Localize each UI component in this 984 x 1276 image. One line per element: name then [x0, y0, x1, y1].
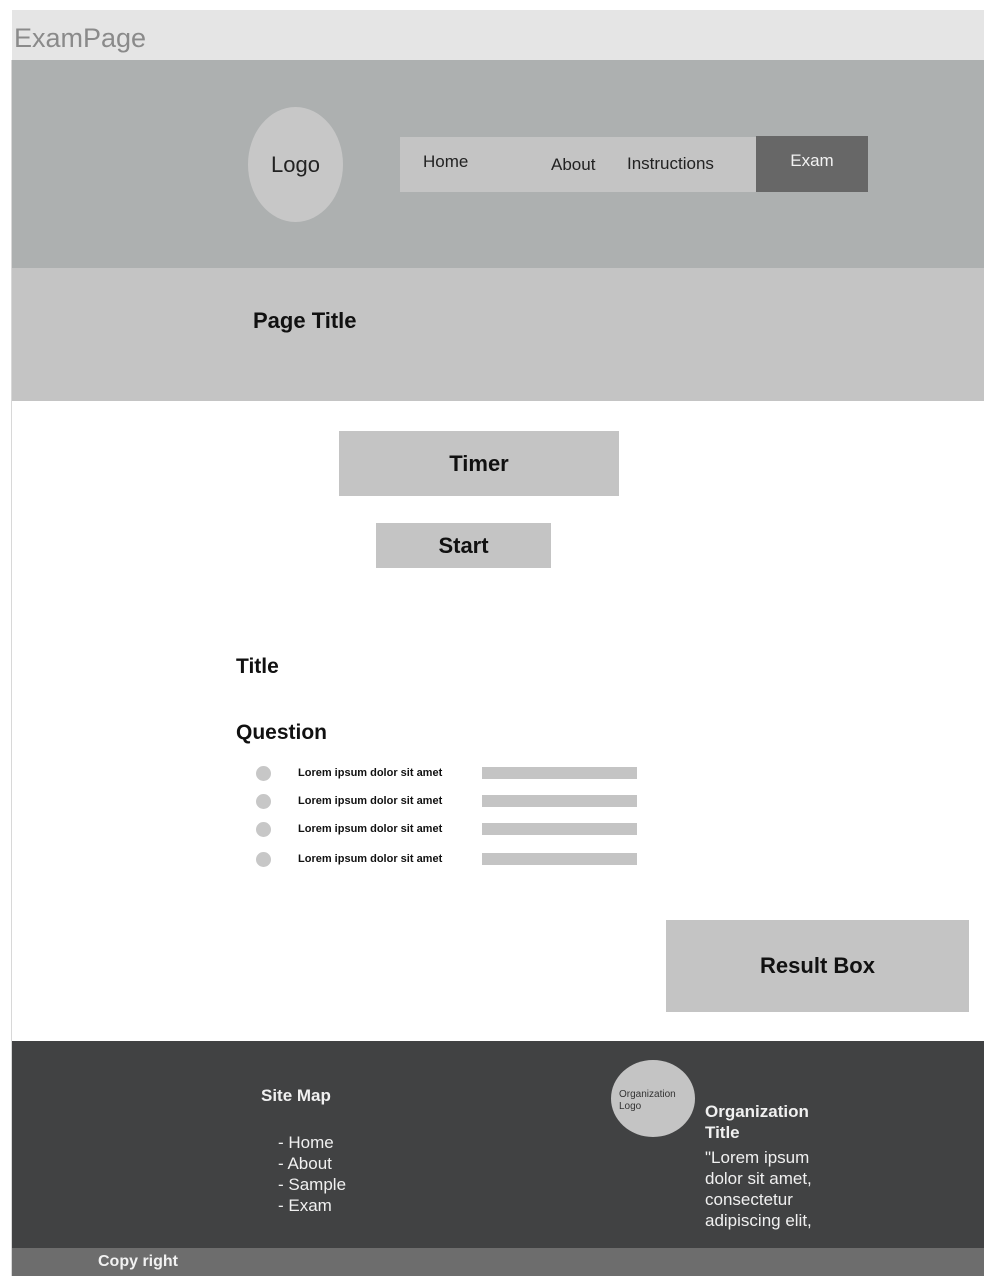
option-label: Lorem ipsum dolor sit amet [298, 853, 443, 865]
timer-display: Timer [339, 431, 619, 496]
exam-section-title: Title [236, 655, 279, 678]
copyright-bar: Copy right [12, 1248, 984, 1276]
answer-option: Lorem ipsum dolor sit amet [256, 822, 656, 840]
nav-about-link[interactable]: About [551, 155, 595, 175]
result-box: Result Box [666, 920, 969, 1012]
option-answer-bar [482, 823, 637, 835]
organization-description: "Lorem ipsum dolor sit amet, consectetur… [705, 1148, 812, 1230]
option-label: Lorem ipsum dolor sit amet [298, 767, 443, 779]
organization-title: Organization Title [705, 1102, 809, 1142]
answer-option: Lorem ipsum dolor sit amet [256, 794, 656, 812]
nav-home-link[interactable]: Home [423, 152, 468, 172]
radio-button[interactable] [256, 766, 271, 781]
sitemap-link-about[interactable]: - About [278, 1153, 346, 1174]
organization-logo-text: Organization Logo [619, 1089, 676, 1112]
logo-text: Logo [271, 151, 320, 177]
option-label: Lorem ipsum dolor sit amet [298, 795, 443, 807]
exam-page-canvas: ExamPage Logo Home About Instructions Ex… [0, 0, 984, 1276]
nav-exam-label: Exam [790, 151, 834, 170]
option-answer-bar [482, 795, 637, 807]
option-answer-bar [482, 853, 637, 865]
organization-logo: Organization Logo [611, 1060, 695, 1137]
sitemap-list: - Home - About - Sample - Exam [278, 1132, 346, 1216]
main-nav: Home About Instructions Exam [400, 136, 868, 192]
result-box-label: Result Box [760, 953, 875, 978]
answer-option: Lorem ipsum dolor sit amet [256, 766, 656, 784]
page-title: Page Title [253, 308, 357, 333]
sitemap-link-sample[interactable]: - Sample [278, 1174, 346, 1195]
answer-option: Lorem ipsum dolor sit amet [256, 852, 656, 870]
question-heading: Question [236, 721, 328, 744]
site-footer: Site Map - Home - About - Sample - Exam … [12, 1041, 984, 1248]
nav-exam-link[interactable]: Exam [756, 136, 868, 192]
frame-label: ExamPage [12, 10, 984, 60]
nav-instructions-link[interactable]: Instructions [627, 154, 714, 174]
start-button-label: Start [438, 532, 489, 558]
radio-button[interactable] [256, 822, 271, 837]
timer-label: Timer [449, 450, 509, 476]
option-answer-bar [482, 767, 637, 779]
sitemap-link-home[interactable]: - Home [278, 1132, 346, 1153]
copyright-text: Copy right [98, 1253, 178, 1270]
radio-button[interactable] [256, 852, 271, 867]
start-button[interactable]: Start [376, 523, 551, 568]
site-header: Logo Home About Instructions Exam [12, 60, 984, 268]
sitemap-title: Site Map [261, 1086, 331, 1105]
site-logo[interactable]: Logo [248, 107, 343, 222]
radio-button[interactable] [256, 794, 271, 809]
page-title-band: Page Title [12, 268, 984, 401]
option-label: Lorem ipsum dolor sit amet [298, 823, 443, 835]
sitemap-link-exam[interactable]: - Exam [278, 1195, 346, 1216]
